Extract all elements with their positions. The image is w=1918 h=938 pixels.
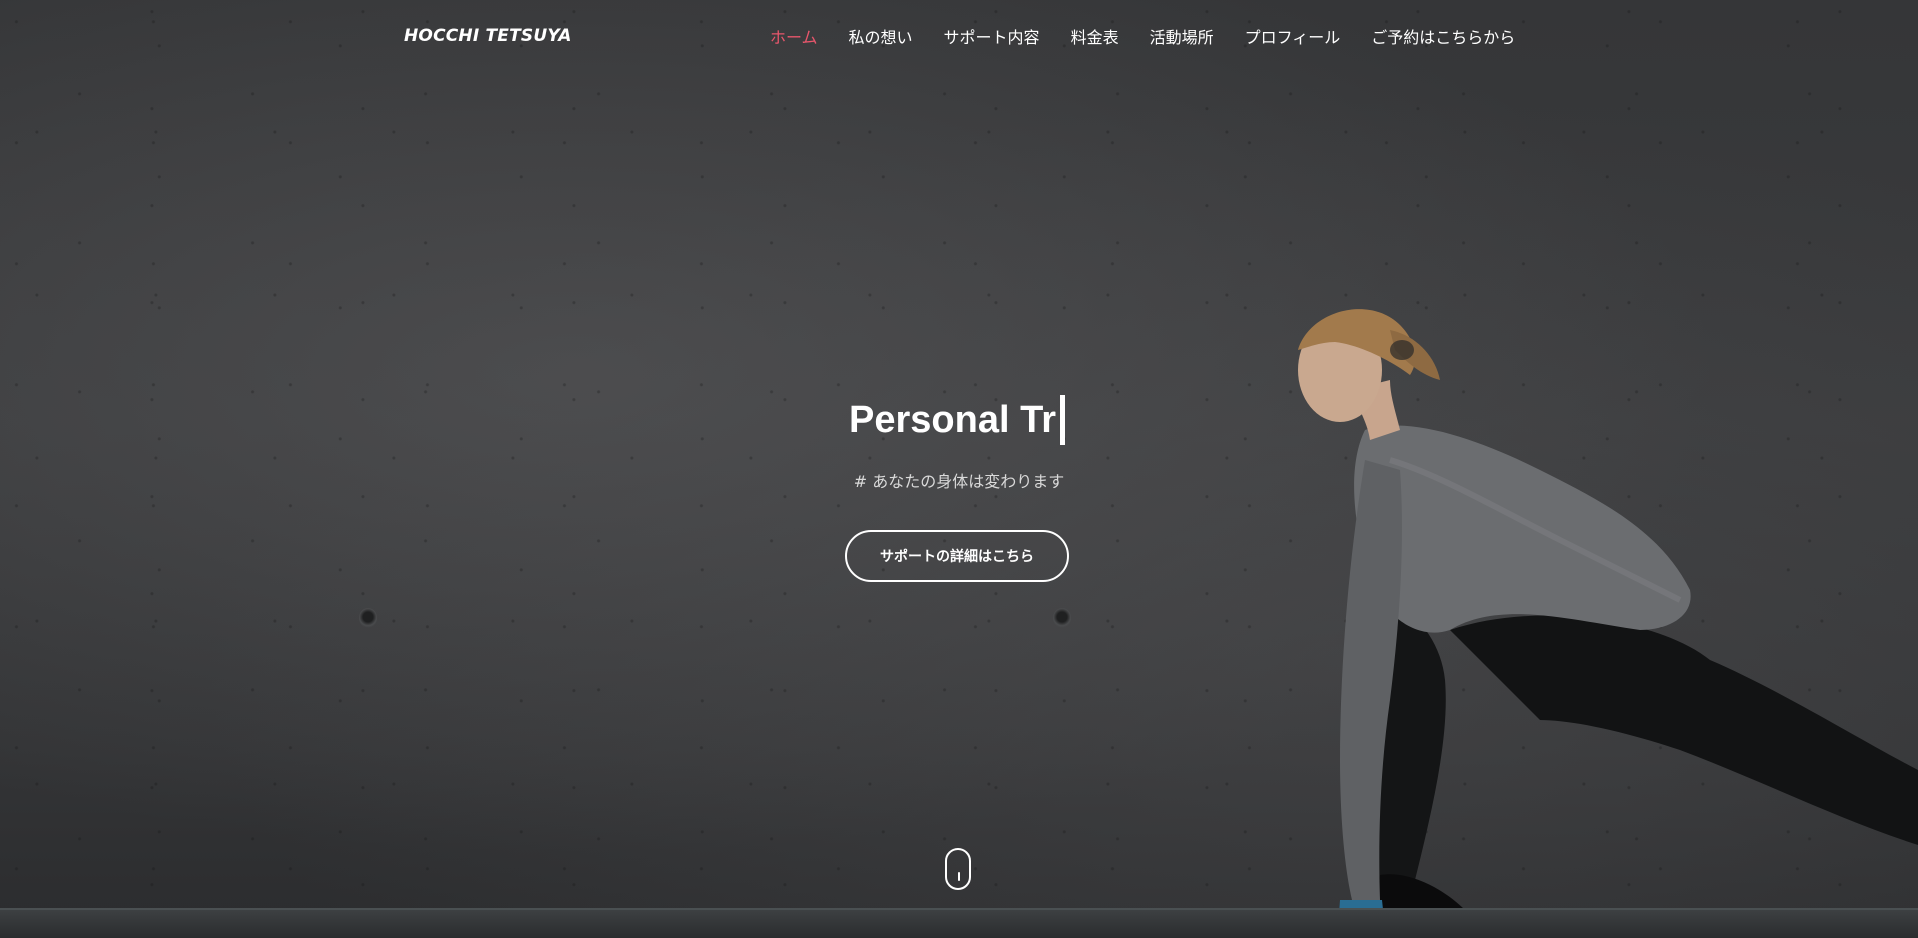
nav-item-locations[interactable]: 活動場所 xyxy=(1150,26,1214,50)
ground-strip xyxy=(0,908,1918,938)
wall-tie-hole xyxy=(359,608,377,628)
support-details-button[interactable]: サポートの詳細はこちら xyxy=(845,530,1069,582)
scroll-wheel-dot xyxy=(958,872,960,881)
top-navigation: HOCCHI TETSUYA ホーム 私の想い サポート内容 料金表 活動場所 … xyxy=(0,0,1918,74)
main-menu: ホーム 私の想い サポート内容 料金表 活動場所 プロフィール ご予約はこちらか… xyxy=(770,26,1515,50)
mouse-scroll-icon[interactable] xyxy=(945,848,971,890)
hero-tagline: # あなたの身体は変わります xyxy=(853,472,1065,491)
site-logo[interactable]: HOCCHI TETSUYA xyxy=(404,26,572,46)
nav-item-pricing[interactable]: 料金表 xyxy=(1071,26,1119,50)
nav-item-home[interactable]: ホーム xyxy=(770,26,818,50)
nav-item-booking[interactable]: ご予約はこちらから xyxy=(1371,26,1515,50)
typing-caret xyxy=(1059,395,1065,445)
nav-item-profile[interactable]: プロフィール xyxy=(1245,26,1341,50)
hero-headline: Personal Tr xyxy=(849,395,1065,445)
nav-item-my-thoughts[interactable]: 私の想い xyxy=(849,26,913,50)
headline-text: Personal Tr xyxy=(849,399,1056,441)
hero-section: HOCCHI TETSUYA ホーム 私の想い サポート内容 料金表 活動場所 … xyxy=(0,0,1918,938)
athlete-stretching-image xyxy=(1298,309,1918,938)
nav-item-support[interactable]: サポート内容 xyxy=(944,26,1040,50)
wall-tie-hole xyxy=(1053,608,1071,628)
